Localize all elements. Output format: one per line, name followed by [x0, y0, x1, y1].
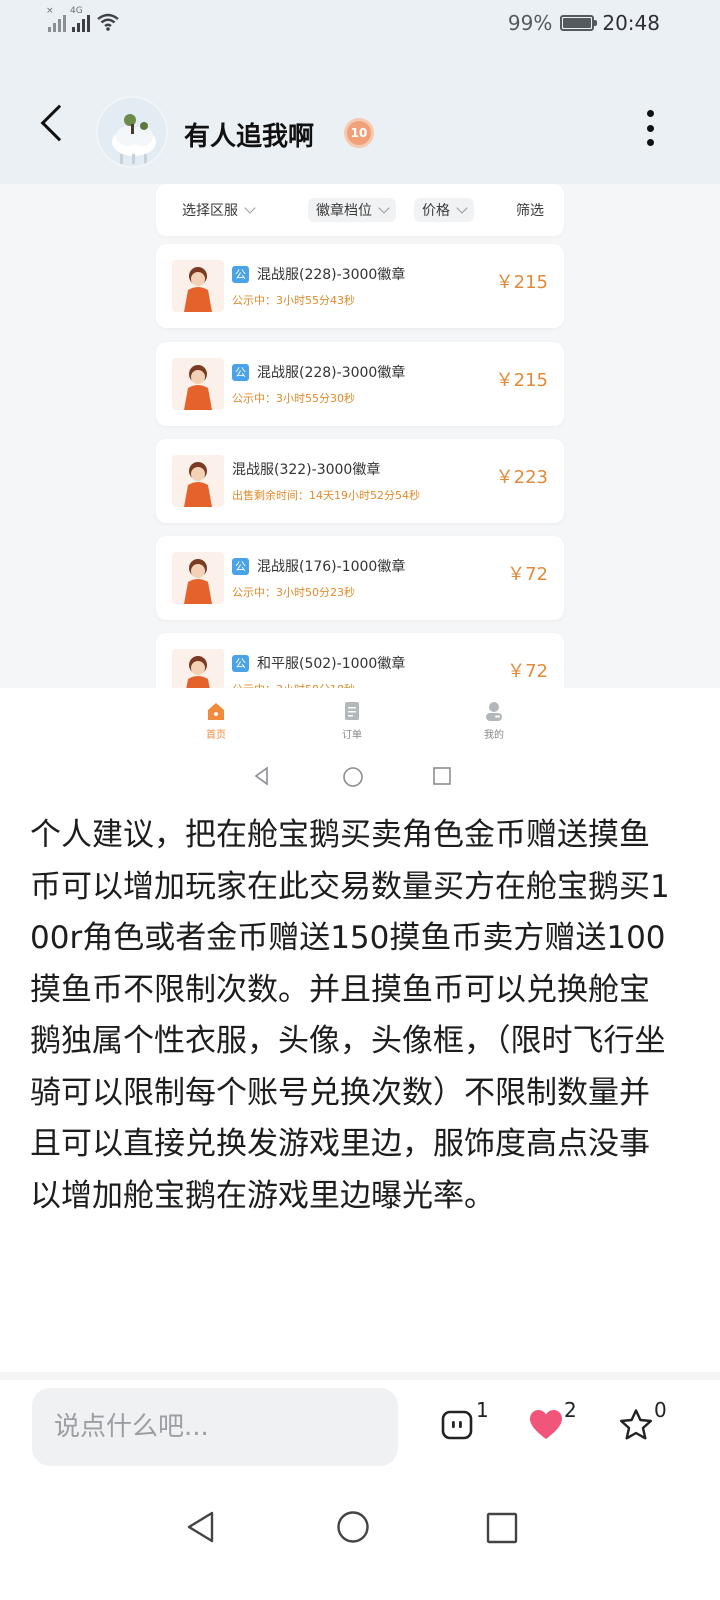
- embedded-screenshot: 选择区服 徽章档位 价格 筛选 公混战服(228)-3000徽章 公示中：3小时…: [0, 184, 720, 804]
- network-type-label: 4G: [70, 6, 83, 16]
- comment-button[interactable]: 1: [440, 1398, 489, 1448]
- chevron-down-icon: [456, 202, 468, 214]
- home-circle-icon: [343, 767, 363, 787]
- status-bar: × 4G 99% 20:48: [0, 0, 720, 48]
- filter-badge-label: 徽章档位: [316, 203, 372, 219]
- listing-price: ￥72: [507, 661, 548, 682]
- tab-profile: 我的: [464, 700, 524, 741]
- character-thumbnail: [172, 358, 224, 410]
- listing-card: 公混战服(228)-3000徽章 公示中：3小时55分43秒 ￥215: [156, 244, 564, 328]
- star-icon: [620, 1409, 652, 1440]
- listing-status: 公示中：3小时50分23秒: [232, 586, 355, 599]
- filter-region: 选择区服: [174, 198, 262, 222]
- comment-input[interactable]: [32, 1388, 398, 1466]
- filter-more: 筛选: [508, 198, 552, 222]
- battery-percent: 99%: [507, 11, 553, 35]
- back-triangle-icon: [254, 766, 268, 786]
- filter-price: 价格: [414, 198, 474, 222]
- tab-orders: 订单: [322, 700, 382, 741]
- public-tag: 公: [232, 363, 249, 381]
- status-indicators: × 4G: [46, 6, 120, 32]
- avatar-image: [98, 98, 166, 166]
- listing-price: ￥72: [507, 564, 548, 585]
- tab-home: 首页: [186, 700, 246, 741]
- back-button[interactable]: [36, 100, 86, 150]
- comment-count: 1: [476, 1398, 489, 1422]
- favorite-button[interactable]: 0: [618, 1398, 667, 1448]
- tab-orders-label: 订单: [342, 730, 362, 741]
- back-arrow-icon: [40, 104, 78, 142]
- listing-price: ￥215: [495, 272, 548, 293]
- listing-title: 混战服(228)-3000徽章: [257, 267, 406, 283]
- tab-home-label: 首页: [206, 730, 226, 741]
- author-name[interactable]: 有人追我啊: [184, 116, 314, 153]
- system-navigation-bar: [0, 1476, 720, 1600]
- favorite-count: 0: [654, 1398, 667, 1422]
- filter-price-label: 价格: [422, 203, 450, 219]
- level-badge: 10: [344, 118, 374, 148]
- heart-icon: [530, 1410, 562, 1439]
- comment-icon: [441, 1410, 473, 1440]
- filter-bar: 选择区服 徽章档位 价格 筛选: [156, 184, 564, 236]
- public-tag: 公: [232, 265, 249, 283]
- chevron-down-icon: [378, 202, 390, 214]
- listing-card: 公混战服(228)-3000徽章 公示中：3小时55分30秒 ￥215: [156, 342, 564, 426]
- like-count: 2: [564, 1398, 577, 1422]
- character-thumbnail: [172, 260, 224, 312]
- listing-card: 公混战服(176)-1000徽章 公示中：3小时50分23秒 ￥72: [156, 536, 564, 620]
- filter-more-label: 筛选: [516, 203, 544, 219]
- author-avatar[interactable]: [96, 96, 168, 168]
- order-icon: [345, 702, 359, 720]
- embedded-tab-bar: 首页 订单 我的: [0, 688, 720, 754]
- listing-price: ￥223: [495, 467, 548, 488]
- filter-badge-tier: 徽章档位: [308, 198, 396, 222]
- like-button[interactable]: 2: [528, 1398, 577, 1448]
- clock: 20:48: [602, 11, 660, 35]
- signal-icon-sim2: 4G: [70, 6, 90, 32]
- post-body-text: 个人建议，把在舱宝鹅买卖角色金币赠送摸鱼币可以增加玩家在此交易数量买方在舱宝鹅买…: [30, 817, 670, 1214]
- recents-square-icon: [433, 767, 451, 785]
- home-icon: [208, 703, 224, 720]
- embedded-system-nav: [0, 754, 720, 804]
- listing-title: 混战服(322)-3000徽章: [232, 462, 381, 478]
- listing-title: 和平服(502)-1000徽章: [257, 656, 406, 672]
- listing-status: 公示中：3小时55分43秒: [232, 294, 355, 307]
- wifi-icon: [97, 13, 119, 31]
- listing-status: 公示中：3小时55分30秒: [232, 392, 355, 405]
- more-options-icon[interactable]: [644, 110, 656, 146]
- signal-icon-sim1: ×: [46, 6, 66, 32]
- tab-profile-label: 我的: [484, 730, 504, 741]
- comment-bar: 1 2 0: [0, 1380, 720, 1476]
- listing-price: ￥215: [495, 370, 548, 391]
- filter-region-label: 选择区服: [182, 203, 238, 219]
- nav-home-icon[interactable]: [336, 1510, 370, 1544]
- battery-icon: [560, 15, 598, 31]
- public-tag: 公: [232, 654, 249, 672]
- chevron-down-icon: [244, 202, 256, 214]
- character-thumbnail: [172, 552, 224, 604]
- listing-status: 出售剩余时间：14天19小时52分54秒: [232, 489, 420, 502]
- nav-back-icon[interactable]: [184, 1510, 218, 1544]
- post-header: 有人追我啊 10: [0, 48, 720, 184]
- profile-icon: [486, 702, 502, 721]
- listing-title: 混战服(228)-3000徽章: [257, 365, 406, 381]
- nav-recents-icon[interactable]: [486, 1512, 518, 1544]
- divider: [0, 1372, 720, 1380]
- character-thumbnail: [172, 455, 224, 507]
- listing-title: 混战服(176)-1000徽章: [257, 559, 406, 575]
- listing-card: 混战服(322)-3000徽章 出售剩余时间：14天19小时52分54秒 ￥22…: [156, 439, 564, 523]
- public-tag: 公: [232, 557, 249, 575]
